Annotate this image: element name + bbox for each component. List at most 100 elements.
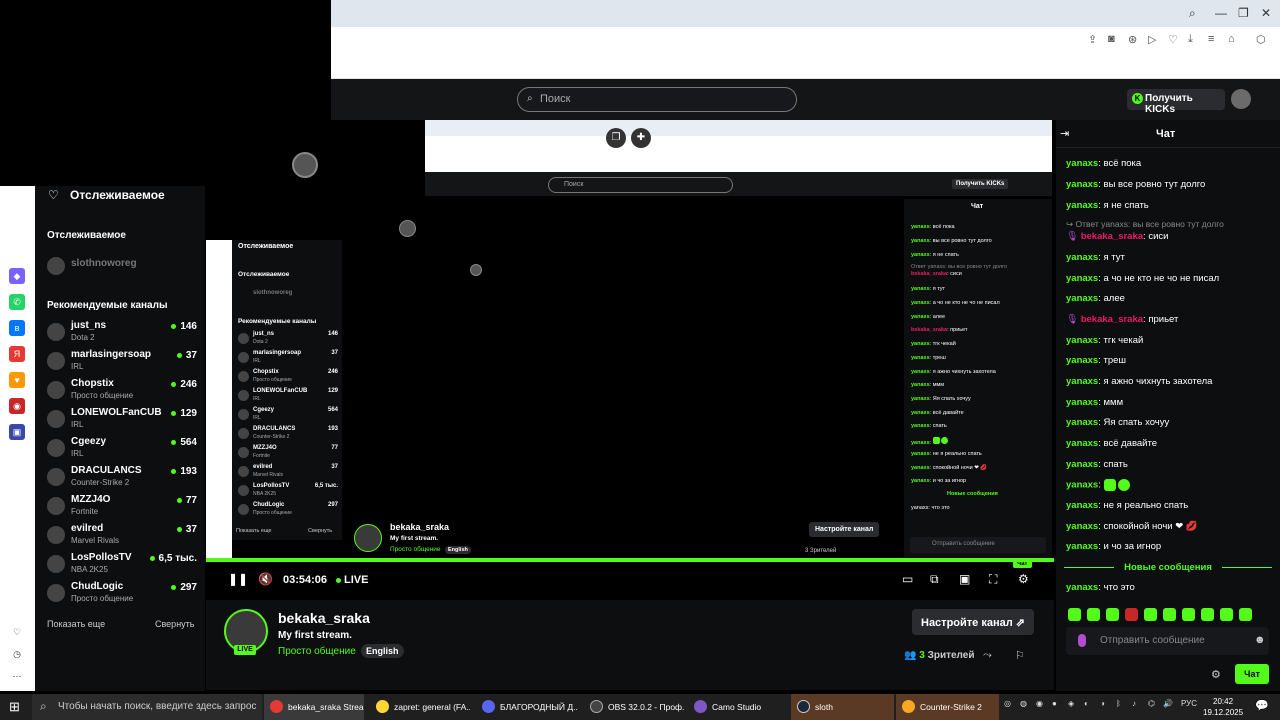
emote-icon[interactable] (1201, 608, 1214, 621)
volume-icon[interactable]: 🔊 (1163, 699, 1173, 708)
user-avatar[interactable] (1231, 89, 1251, 109)
collapse-link[interactable]: Свернуть (155, 619, 194, 629)
market-icon[interactable]: ♥ (9, 372, 25, 388)
channel-row[interactable]: LONEWOLFanCUB IRL 129 (47, 407, 197, 435)
taskbar-item[interactable]: Camo Studio (688, 694, 788, 720)
avatar (238, 333, 249, 344)
share-icon[interactable]: ⤳ (983, 649, 992, 662)
search-input[interactable]: ⌕ Поиск (517, 87, 797, 112)
get-kicks-button[interactable]: K Получить KICKs (1127, 89, 1225, 115)
emoji-icon[interactable]: ☻ (1254, 634, 1266, 646)
stream-chat-message: yanaxs: ммм (911, 382, 945, 388)
wallet-icon[interactable]: ⌂ (1228, 33, 1235, 45)
following-title[interactable]: Отслеживаемое (70, 188, 165, 202)
viewer-count: 146 (171, 321, 197, 332)
taskbar-item[interactable]: OBS 32.0.2 - Проф... (584, 694, 684, 720)
collapse-chat-icon[interactable]: ⇥ (1060, 127, 1069, 140)
stream-progress-bar[interactable] (206, 558, 1054, 562)
mic-tray-icon[interactable]: ♪ (1132, 699, 1136, 708)
channel-row[interactable]: Cgeezy IRL 564 (47, 436, 197, 464)
stream-category[interactable]: Просто общение (278, 646, 356, 657)
emote-icon[interactable] (1239, 608, 1252, 621)
taskbar-item[interactable]: Counter-Strike 2 (896, 694, 999, 720)
minimize-icon[interactable]: — (1215, 6, 1227, 20)
favorite-icon[interactable]: ♡ (1168, 33, 1178, 46)
taskbar-item[interactable]: sloth (791, 694, 894, 720)
tray-icon[interactable]: ◍ (1020, 699, 1027, 708)
chat-input[interactable]: Отправить сообщение ☻ (1066, 627, 1269, 655)
taskbar-item[interactable]: bekaka_sraka Strea... (264, 694, 364, 720)
emote-icon[interactable] (1144, 608, 1157, 621)
channel-row[interactable]: Chopstix Просто общение 246 (47, 378, 197, 406)
heart-icon[interactable]: ♡ (9, 624, 25, 640)
setup-channel-button[interactable]: Настройте канал ⇗ (912, 609, 1034, 635)
taskbar-item[interactable]: zapret: general (FA... (370, 694, 470, 720)
avatar (238, 504, 249, 515)
tray-icon[interactable]: ● (1052, 699, 1057, 708)
channel-row[interactable]: just_ns Dota 2 146 (47, 320, 197, 348)
tray-icon[interactable]: ◑ (1100, 699, 1105, 708)
app-icon-2[interactable]: ◉ (9, 398, 25, 414)
mod-icon[interactable]: ⚐ (1015, 649, 1025, 662)
tray-icon[interactable]: ◎ (1004, 699, 1011, 708)
emote-icon[interactable] (1068, 608, 1081, 621)
language-tag[interactable]: English (361, 644, 404, 658)
pip-mode-icon[interactable]: ⧉ (930, 572, 939, 587)
emote-icon[interactable] (1106, 608, 1119, 621)
mute-icon[interactable]: 🔇 (258, 572, 273, 586)
clock[interactable]: 20:42 19.12.2025 (1203, 696, 1243, 718)
app-icon[interactable]: ◆ (9, 268, 25, 284)
chat-settings-icon[interactable]: ⚙ (1211, 668, 1221, 681)
channel-row[interactable]: DRACULANCS Counter-Strike 2 193 (47, 465, 197, 493)
close-icon[interactable]: ✕ (1261, 6, 1271, 20)
channel-row[interactable]: MZZJ4O Fortnite 77 (47, 494, 197, 522)
tray-icon[interactable]: ◉ (1036, 699, 1043, 708)
streamer-name[interactable]: bekaka_sraka (278, 610, 370, 626)
avatar (47, 526, 65, 544)
wide-icon[interactable]: ▣ (959, 572, 970, 586)
screenshot-icon[interactable]: ◙ (1108, 33, 1115, 45)
emote-icon[interactable] (1163, 608, 1176, 621)
emote-icon[interactable] (1087, 608, 1100, 621)
fullscreen-icon[interactable]: ⛶ (989, 572, 997, 587)
yandex-icon[interactable]: Я (9, 346, 25, 362)
windows-start-icon[interactable]: ⊞ (9, 699, 20, 715)
taskbar-item[interactable]: БЛАГОРОДНЫЙ Д... (476, 694, 578, 720)
taskbar-search[interactable]: ⌕ Чтобы начать поиск, введите здесь запр… (32, 694, 262, 720)
whatsapp-icon[interactable]: ✆ (9, 294, 25, 310)
share-icon[interactable]: ⇪ (1088, 33, 1097, 46)
bluetooth-icon[interactable]: ᛒ (1116, 699, 1121, 708)
settings-icon[interactable]: ⚙ (1018, 572, 1029, 586)
vk-icon[interactable]: в (9, 320, 25, 336)
extension-icon[interactable]: ⬡ (1256, 33, 1266, 46)
language-indicator[interactable]: РУС (1181, 699, 1197, 708)
menu-icon[interactable]: ≡ (1208, 33, 1214, 45)
theater-icon[interactable]: ▭ (902, 572, 913, 586)
download-icon[interactable]: ⤓ (1188, 33, 1193, 46)
pip-icon[interactable]: ❐ (606, 128, 626, 148)
maximize-icon[interactable]: ❐ (1238, 6, 1249, 20)
tray-icon[interactable]: ◐ (1084, 699, 1089, 708)
channel-row[interactable]: ChudLogic Просто общение 297 (47, 581, 197, 609)
clip-icon[interactable]: ✚ (631, 128, 651, 148)
tray-icon[interactable]: ◈ (1068, 699, 1074, 708)
emote-icon[interactable] (1220, 608, 1233, 621)
vpn-icon[interactable]: ⊛ (1128, 33, 1137, 46)
channel-row[interactable]: marlasingersoap IRL 37 (47, 349, 197, 377)
more-icon[interactable]: ⋯ (9, 668, 25, 684)
show-more-link[interactable]: Показать еще (47, 619, 105, 629)
pause-icon[interactable]: ❚❚ (228, 572, 248, 586)
stream-chat-message: yanaxs: треш (911, 355, 946, 361)
notification-icon[interactable]: 💬 (1255, 699, 1269, 712)
chat-send-button[interactable]: Чат (1235, 664, 1269, 684)
play-icon[interactable]: ▷ (1148, 33, 1156, 46)
emote-icon[interactable] (1182, 608, 1195, 621)
network-icon[interactable]: ⌬ (1148, 699, 1155, 708)
offline-channel[interactable]: slothnoworeg (47, 254, 197, 282)
browser-search-icon[interactable]: ⌕ (1189, 6, 1196, 21)
emote-icon[interactable] (1125, 608, 1138, 621)
app-icon-3[interactable]: ▣ (9, 424, 25, 440)
channel-row[interactable]: evilred Marvel Rivals 37 (47, 523, 197, 551)
history-icon[interactable]: ◷ (9, 646, 25, 662)
channel-row[interactable]: LosPollosTV NBA 2K25 6,5 тыс. (47, 552, 197, 580)
